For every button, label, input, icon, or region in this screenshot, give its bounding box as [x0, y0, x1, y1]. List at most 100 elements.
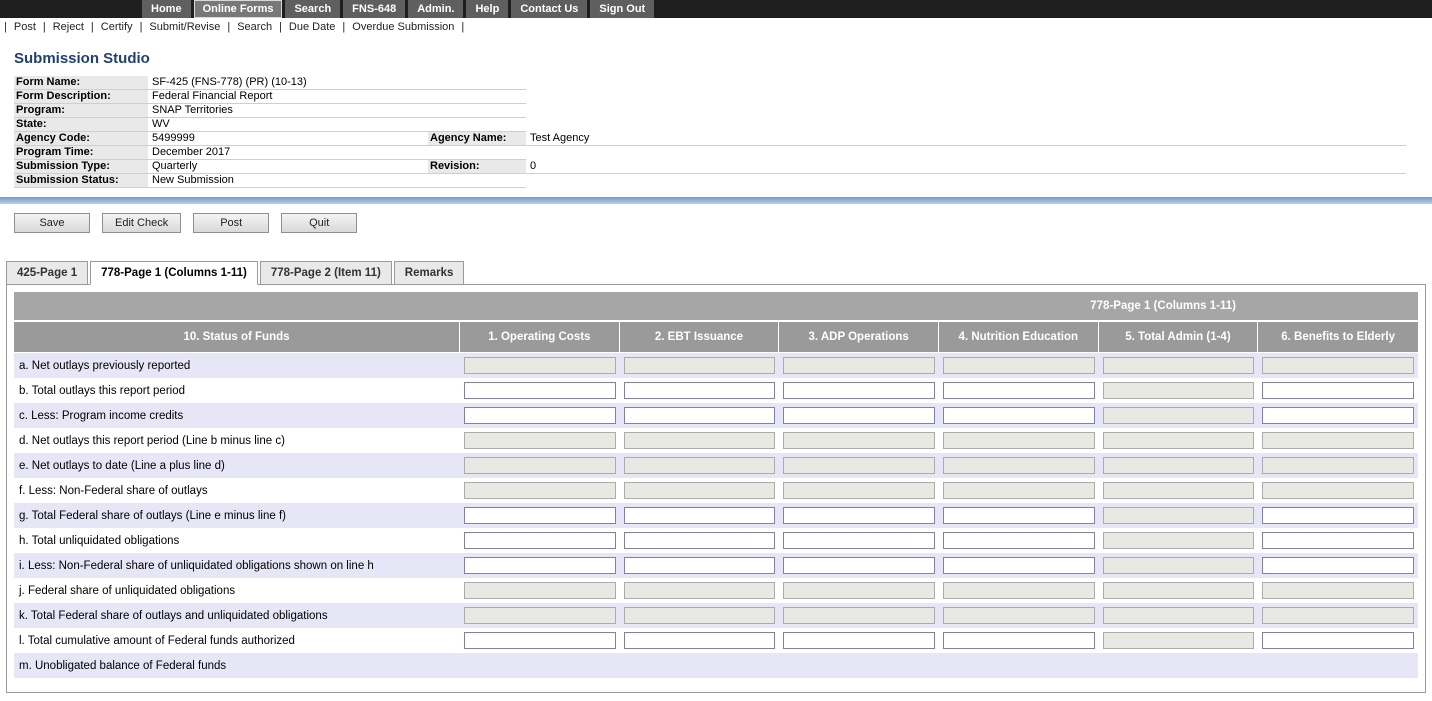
input-b-6-benefits-to-elderly[interactable]	[1262, 382, 1414, 399]
input-c-1-operating-costs[interactable]	[464, 407, 616, 424]
input-g-6-benefits-to-elderly[interactable]	[1262, 507, 1414, 524]
edit-check-button[interactable]: Edit Check	[102, 213, 181, 233]
save-button[interactable]: Save	[14, 213, 90, 233]
field-label: Submission Type:	[14, 160, 148, 174]
grid-cell	[939, 578, 1099, 603]
input-l-4-nutrition-education[interactable]	[943, 632, 1095, 649]
grid-cell	[939, 628, 1099, 653]
input-i-2-ebt-issuance[interactable]	[624, 557, 776, 574]
grid-cell	[1258, 353, 1418, 378]
input-l-1-operating-costs[interactable]	[464, 632, 616, 649]
nav-item-online-forms[interactable]: Online Forms	[194, 0, 283, 18]
grid-cell	[1258, 578, 1418, 603]
grid-cell	[779, 528, 939, 553]
input-h-2-ebt-issuance[interactable]	[624, 532, 776, 549]
input-b-3-adp-operations[interactable]	[783, 382, 935, 399]
input-e-6-benefits-to-elderly	[1262, 457, 1414, 474]
input-g-4-nutrition-education[interactable]	[943, 507, 1095, 524]
row-label: i. Less: Non-Federal share of unliquidat…	[14, 553, 460, 578]
input-h-3-adp-operations[interactable]	[783, 532, 935, 549]
input-e-3-adp-operations	[783, 457, 935, 474]
menu-item-post[interactable]: Post	[14, 21, 36, 33]
grid-cell	[1099, 628, 1259, 653]
input-h-4-nutrition-education[interactable]	[943, 532, 1095, 549]
grid-row-h: h. Total unliquidated obligations	[14, 528, 1418, 553]
grid-cell	[1099, 403, 1259, 428]
input-c-4-nutrition-education[interactable]	[943, 407, 1095, 424]
form-info-row: Program:SNAP Territories	[14, 104, 1406, 118]
input-h-1-operating-costs[interactable]	[464, 532, 616, 549]
grid-row-m: m. Unobligated balance of Federal funds	[14, 653, 1418, 678]
input-k-5-total-admin-1-4	[1103, 607, 1255, 624]
nav-item-admin[interactable]: Admin.	[408, 0, 463, 18]
input-b-2-ebt-issuance[interactable]	[624, 382, 776, 399]
input-g-3-adp-operations[interactable]	[783, 507, 935, 524]
grid-cell	[1099, 603, 1259, 628]
input-l-3-adp-operations[interactable]	[783, 632, 935, 649]
input-i-4-nutrition-education[interactable]	[943, 557, 1095, 574]
field-label: Program Time:	[14, 146, 148, 160]
spacer-cell	[428, 118, 526, 132]
menu-item-submit-revise[interactable]: Submit/Revise	[149, 21, 220, 33]
input-b-1-operating-costs[interactable]	[464, 382, 616, 399]
grid-cell	[779, 378, 939, 403]
input-g-1-operating-costs[interactable]	[464, 507, 616, 524]
menu-item-reject[interactable]: Reject	[53, 21, 84, 33]
column-header-3-adp-operations: 3. ADP Operations	[779, 322, 939, 353]
tab-778-page-2-item-11[interactable]: 778-Page 2 (Item 11)	[260, 261, 392, 285]
grid-row-i: i. Less: Non-Federal share of unliquidat…	[14, 553, 1418, 578]
grid-cell	[460, 478, 620, 503]
input-c-6-benefits-to-elderly[interactable]	[1262, 407, 1414, 424]
grid-cell	[620, 653, 780, 678]
tab-778-page-1-columns-1-11[interactable]: 778-Page 1 (Columns 1-11)	[90, 261, 258, 285]
nav-item-help[interactable]: Help	[466, 0, 508, 18]
row-label: h. Total unliquidated obligations	[14, 528, 460, 553]
row-label: c. Less: Program income credits	[14, 403, 460, 428]
nav-item-fns-648[interactable]: FNS-648	[343, 0, 405, 18]
form-tabs: 425-Page 1778-Page 1 (Columns 1-11)778-P…	[6, 261, 1432, 285]
post-button[interactable]: Post	[193, 213, 269, 233]
input-l-6-benefits-to-elderly[interactable]	[1262, 632, 1414, 649]
column-header-1-operating-costs: 1. Operating Costs	[460, 322, 620, 353]
row-label: e. Net outlays to date (Line a plus line…	[14, 453, 460, 478]
nav-item-home[interactable]: Home	[142, 0, 191, 18]
nav-item-sign-out[interactable]: Sign Out	[590, 0, 654, 18]
input-c-3-adp-operations[interactable]	[783, 407, 935, 424]
input-c-2-ebt-issuance[interactable]	[624, 407, 776, 424]
row-label: f. Less: Non-Federal share of outlays	[14, 478, 460, 503]
input-g-2-ebt-issuance[interactable]	[624, 507, 776, 524]
menu-item-certify[interactable]: Certify	[101, 21, 133, 33]
input-k-3-adp-operations	[783, 607, 935, 624]
input-h-6-benefits-to-elderly[interactable]	[1262, 532, 1414, 549]
grid-cell	[620, 403, 780, 428]
tab-remarks[interactable]: Remarks	[394, 261, 465, 285]
nav-item-search[interactable]: Search	[285, 0, 340, 18]
tab-425-page-1[interactable]: 425-Page 1	[6, 261, 88, 285]
menu-item-due-date[interactable]: Due Date	[289, 21, 335, 33]
spacer-cell	[526, 118, 1406, 132]
grid-cell	[620, 528, 780, 553]
input-i-6-benefits-to-elderly[interactable]	[1262, 557, 1414, 574]
grid-cell	[939, 653, 1099, 678]
input-l-2-ebt-issuance[interactable]	[624, 632, 776, 649]
input-b-4-nutrition-education[interactable]	[943, 382, 1095, 399]
menu-separator: |	[279, 21, 282, 33]
nav-item-contact-us[interactable]: Contact Us	[511, 0, 587, 18]
grid-cell	[779, 628, 939, 653]
grid-cell	[620, 628, 780, 653]
row-label: m. Unobligated balance of Federal funds	[14, 653, 460, 678]
input-f-2-ebt-issuance	[624, 482, 776, 499]
field-label: Revision:	[428, 160, 526, 174]
grid-cell	[620, 603, 780, 628]
input-j-4-nutrition-education	[943, 582, 1095, 599]
quit-button[interactable]: Quit	[281, 213, 357, 233]
input-j-2-ebt-issuance	[624, 582, 776, 599]
input-h-5-total-admin-1-4	[1103, 532, 1255, 549]
page-title: Submission Studio	[14, 50, 1432, 67]
menu-item-search[interactable]: Search	[237, 21, 272, 33]
grid-cell	[939, 603, 1099, 628]
input-i-1-operating-costs[interactable]	[464, 557, 616, 574]
input-i-3-adp-operations[interactable]	[783, 557, 935, 574]
menu-item-overdue-submission[interactable]: Overdue Submission	[352, 21, 454, 33]
column-header-4-nutrition-education: 4. Nutrition Education	[939, 322, 1099, 353]
